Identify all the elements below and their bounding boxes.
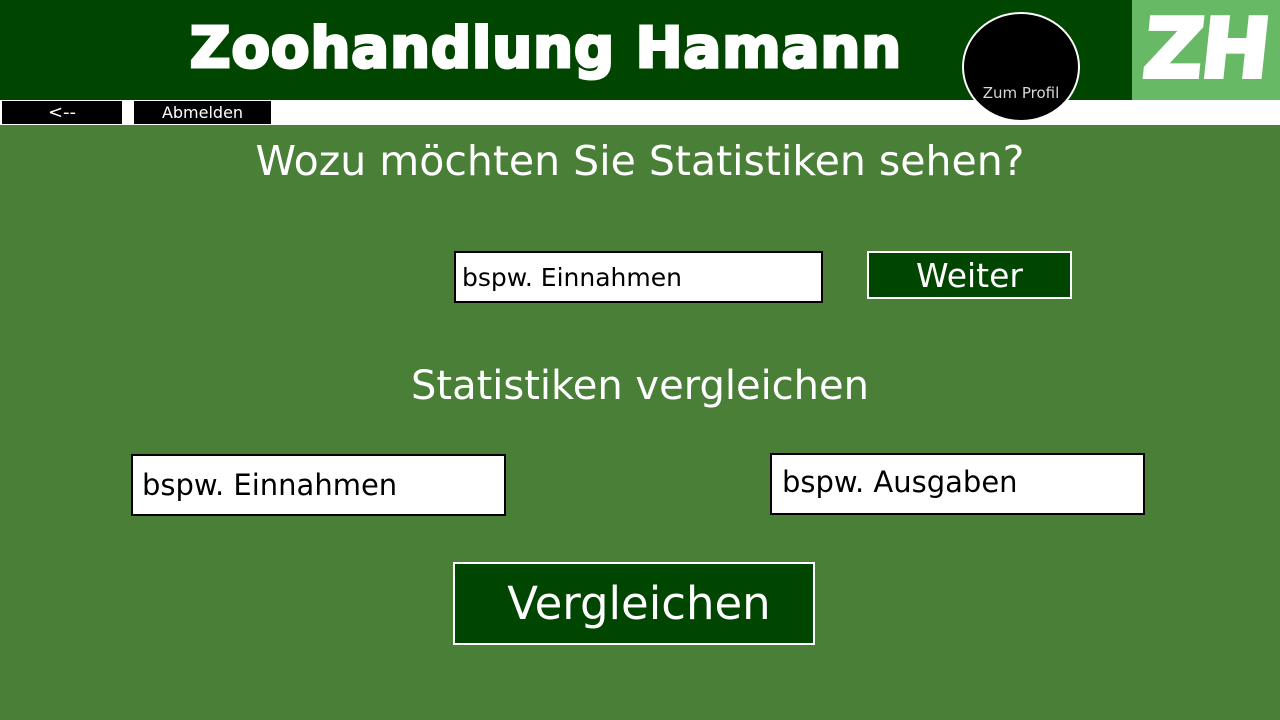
- weiter-button[interactable]: Weiter: [867, 251, 1072, 299]
- profile-label: Zum Profil: [982, 84, 1060, 102]
- nav-bar-right: [1085, 100, 1280, 125]
- logout-button[interactable]: Abmelden: [134, 101, 271, 124]
- app-title: Zoohandlung Hamann: [188, 15, 903, 83]
- back-button[interactable]: <--: [2, 101, 122, 124]
- compare-heading: Statistiken vergleichen: [411, 363, 869, 409]
- compare-right-input[interactable]: [770, 453, 1145, 515]
- statistics-question: Wozu möchten Sie Statistiken sehen?: [255, 137, 1025, 185]
- logo-text: ZH: [1137, 0, 1275, 99]
- app-logo: ZH: [1132, 0, 1280, 100]
- profile-button[interactable]: Zum Profil: [962, 12, 1080, 122]
- compare-left-input[interactable]: [131, 454, 506, 516]
- app-header: Zoohandlung Hamann: [0, 0, 1132, 100]
- statistic-input[interactable]: [454, 251, 823, 303]
- compare-button[interactable]: Vergleichen: [453, 562, 815, 645]
